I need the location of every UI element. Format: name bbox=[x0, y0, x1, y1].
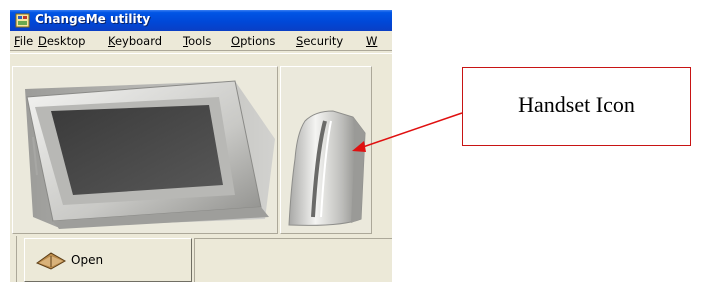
callout-arrow bbox=[352, 112, 463, 152]
